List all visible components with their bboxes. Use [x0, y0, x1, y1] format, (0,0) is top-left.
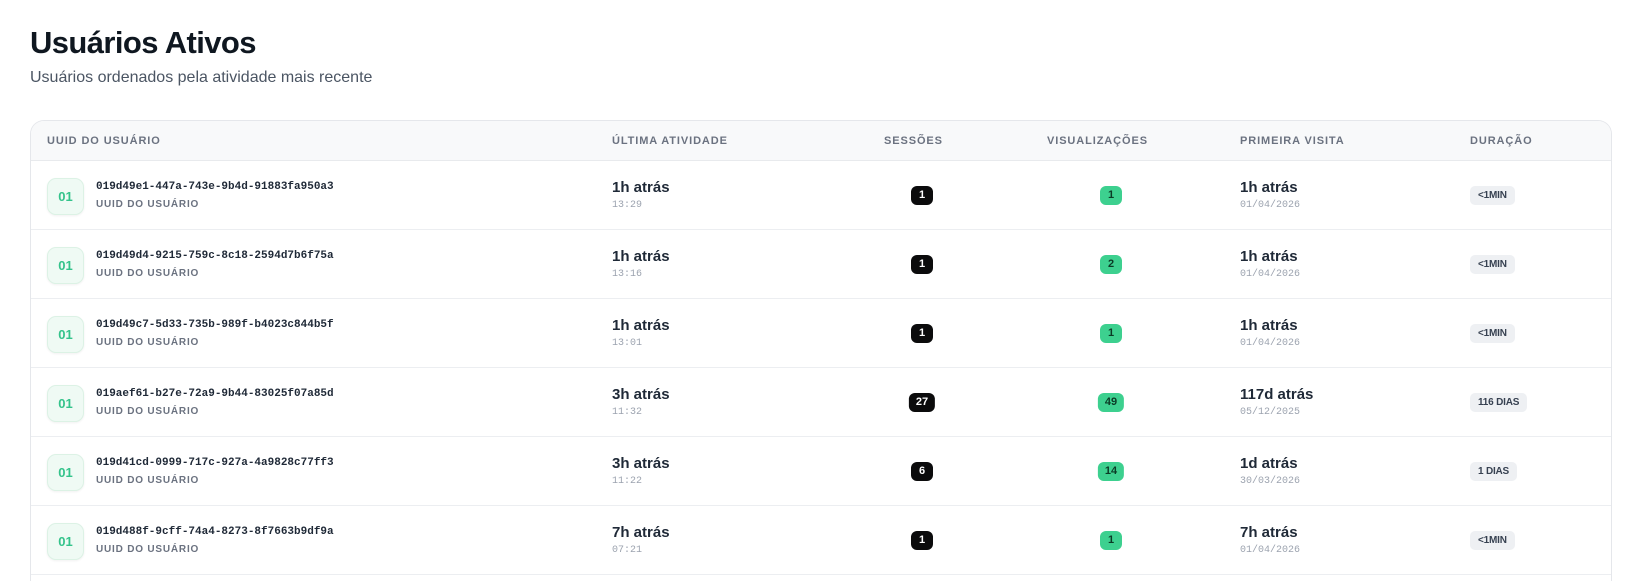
last-activity-relative: 3h atrás	[612, 386, 670, 403]
user-avatar: 01	[47, 316, 84, 353]
table-row[interactable]: 01 019d49c7-5d33-735b-989f-b4023c844b5f …	[31, 299, 1611, 368]
first-visit-date: 01/04/2026	[1240, 269, 1301, 280]
table-row[interactable]: 01 019d41cd-0999-717c-927a-4a9828c77ff3 …	[31, 437, 1611, 506]
last-activity-time: 07:21	[612, 545, 643, 556]
duration-badge: <1MIN	[1470, 255, 1515, 274]
duration-badge: <1MIN	[1470, 531, 1515, 550]
column-header-uuid[interactable]: UUID DO USUÁRIO	[47, 121, 161, 161]
column-header-sessions[interactable]: SESSÕES	[884, 121, 943, 161]
user-uuid-label: UUID DO USUÁRIO	[96, 268, 200, 279]
user-avatar: 01	[47, 178, 84, 215]
active-users-table: UUID DO USUÁRIO ÚLTIMA ATIVIDADE SESSÕES…	[30, 120, 1612, 581]
user-avatar: 01	[47, 385, 84, 422]
first-visit-relative: 1h atrás	[1240, 179, 1298, 196]
column-header-last-activity[interactable]: ÚLTIMA ATIVIDADE	[612, 121, 728, 161]
table-header: UUID DO USUÁRIO ÚLTIMA ATIVIDADE SESSÕES…	[31, 121, 1611, 161]
user-uuid[interactable]: 019d488f-9cff-74a4-8273-8f7663b9df9a	[96, 526, 334, 538]
user-avatar: 01	[47, 247, 84, 284]
sessions-badge: 6	[911, 462, 933, 481]
last-activity-relative: 1h atrás	[612, 248, 670, 265]
duration-badge: <1MIN	[1470, 186, 1515, 205]
user-uuid-label: UUID DO USUÁRIO	[96, 199, 200, 210]
first-visit-date: 01/04/2026	[1240, 338, 1301, 349]
page-title: Usuários Ativos	[30, 25, 256, 60]
views-badge: 49	[1097, 393, 1125, 412]
table-row[interactable]: 01 019aef61-b27e-72a9-9b44-83025f07a85d …	[31, 368, 1611, 437]
table-row[interactable]: 01 019d488f-9cff-74a4-8273-8f7663b9df9a …	[31, 506, 1611, 575]
user-avatar: 01	[47, 523, 84, 560]
last-activity-relative: 7h atrás	[612, 524, 670, 541]
sessions-badge: 1	[911, 255, 933, 274]
duration-badge: 116 DIAS	[1470, 393, 1528, 412]
last-activity-time: 13:29	[612, 200, 643, 211]
column-header-views[interactable]: VISUALIZAÇÕES	[1047, 121, 1148, 161]
user-uuid[interactable]: 019d49c7-5d33-735b-989f-b4023c844b5f	[96, 319, 334, 331]
last-activity-relative: 1h atrás	[612, 179, 670, 196]
user-uuid-label: UUID DO USUÁRIO	[96, 544, 200, 555]
column-header-duration[interactable]: DURAÇÃO	[1470, 121, 1533, 161]
views-badge: 1	[1100, 324, 1122, 343]
last-activity-time: 11:32	[612, 407, 643, 418]
sessions-badge: 1	[911, 186, 933, 205]
sessions-badge: 1	[911, 531, 933, 550]
duration-badge: <1MIN	[1470, 324, 1515, 343]
user-uuid[interactable]: 019d49e1-447a-743e-9b4d-91883fa950a3	[96, 181, 334, 193]
first-visit-date: 01/04/2026	[1240, 200, 1301, 211]
views-badge: 2	[1100, 255, 1122, 274]
table-body: 01 019d49e1-447a-743e-9b4d-91883fa950a3 …	[31, 161, 1611, 575]
first-visit-relative: 1h atrás	[1240, 317, 1298, 334]
page-subtitle: Usuários ordenados pela atividade mais r…	[30, 69, 373, 86]
sessions-badge: 1	[911, 324, 933, 343]
user-avatar: 01	[47, 454, 84, 491]
last-activity-time: 13:16	[612, 269, 643, 280]
sessions-badge: 27	[908, 393, 936, 412]
user-uuid[interactable]: 019d41cd-0999-717c-927a-4a9828c77ff3	[96, 457, 334, 469]
user-uuid-label: UUID DO USUÁRIO	[96, 406, 200, 417]
table-row[interactable]: 01 019d49e1-447a-743e-9b4d-91883fa950a3 …	[31, 161, 1611, 230]
table-row[interactable]: 01 019d49d4-9215-759c-8c18-2594d7b6f75a …	[31, 230, 1611, 299]
last-activity-relative: 3h atrás	[612, 455, 670, 472]
user-uuid-label: UUID DO USUÁRIO	[96, 475, 200, 486]
views-badge: 14	[1097, 462, 1125, 481]
last-activity-relative: 1h atrás	[612, 317, 670, 334]
first-visit-relative: 1h atrás	[1240, 248, 1298, 265]
last-activity-time: 13:01	[612, 338, 643, 349]
first-visit-relative: 7h atrás	[1240, 524, 1298, 541]
user-uuid[interactable]: 019aef61-b27e-72a9-9b44-83025f07a85d	[96, 388, 334, 400]
user-uuid-label: UUID DO USUÁRIO	[96, 337, 200, 348]
column-header-first-visit[interactable]: PRIMEIRA VISITA	[1240, 121, 1345, 161]
last-activity-time: 11:22	[612, 476, 643, 487]
user-uuid[interactable]: 019d49d4-9215-759c-8c18-2594d7b6f75a	[96, 250, 334, 262]
views-badge: 1	[1100, 186, 1122, 205]
first-visit-relative: 1d atrás	[1240, 455, 1298, 472]
duration-badge: 1 DIAS	[1470, 462, 1518, 481]
first-visit-relative: 117d atrás	[1240, 386, 1314, 403]
first-visit-date: 01/04/2026	[1240, 545, 1301, 556]
first-visit-date: 30/03/2026	[1240, 476, 1301, 487]
page-header: Usuários Ativos Usuários ordenados pela …	[30, 24, 372, 88]
first-visit-date: 05/12/2025	[1240, 407, 1301, 418]
views-badge: 1	[1100, 531, 1122, 550]
